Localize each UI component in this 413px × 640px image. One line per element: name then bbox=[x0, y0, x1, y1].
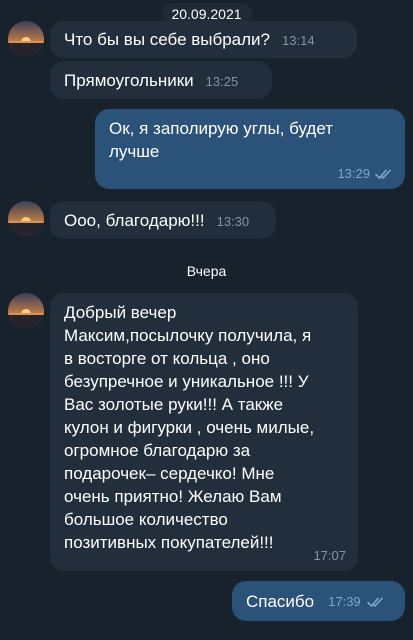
message-text: Что бы вы себе выбрали? bbox=[64, 30, 271, 49]
double-check-icon bbox=[375, 169, 391, 179]
message-bubble-incoming[interactable]: Прямоугольники 13:25 bbox=[50, 61, 272, 99]
message-meta: 13:29 bbox=[337, 167, 393, 181]
message-time: 13:30 bbox=[216, 214, 250, 229]
sunset-avatar-icon[interactable] bbox=[8, 293, 44, 329]
message-bubble-incoming[interactable]: Что бы вы себе выбрали? 13:14 bbox=[50, 21, 357, 58]
message-time: 13:14 bbox=[282, 33, 315, 48]
sunset-avatar-icon[interactable] bbox=[8, 21, 44, 57]
message-time: 17:07 bbox=[313, 548, 346, 563]
message-time: 13:29 bbox=[337, 166, 370, 181]
message-bubble-incoming[interactable]: Ооо, благодарю!!! 13:30 bbox=[50, 201, 276, 239]
message-bubble-incoming[interactable]: Добрый вечер Максим,посылочку получила, … bbox=[50, 293, 358, 571]
message-text: Добрый вечер Максим,посылочку получила, … bbox=[64, 303, 315, 552]
sunset-avatar-icon[interactable] bbox=[8, 201, 44, 237]
message-bubble-outgoing[interactable]: Ок, я заполирую углы, будет лучше 13:29 bbox=[95, 109, 405, 189]
message-text: Ооо, благодарю!!! bbox=[64, 211, 205, 230]
double-check-icon bbox=[366, 597, 383, 607]
message-bubble-outgoing[interactable]: Спасибо 17:39 bbox=[232, 581, 405, 621]
chat-view: 20.09.2021 Что бы вы себе выбрали? 13:14 … bbox=[0, 0, 413, 640]
message-text: Спасибо bbox=[246, 592, 315, 611]
message-text: Прямоугольники bbox=[64, 71, 194, 90]
message-time: 17:39 bbox=[328, 594, 361, 609]
message-time: 13:25 bbox=[205, 74, 239, 89]
date-divider: Вчера bbox=[186, 263, 227, 279]
message-text: Ок, я заполирую углы, будет лучше bbox=[109, 119, 334, 161]
